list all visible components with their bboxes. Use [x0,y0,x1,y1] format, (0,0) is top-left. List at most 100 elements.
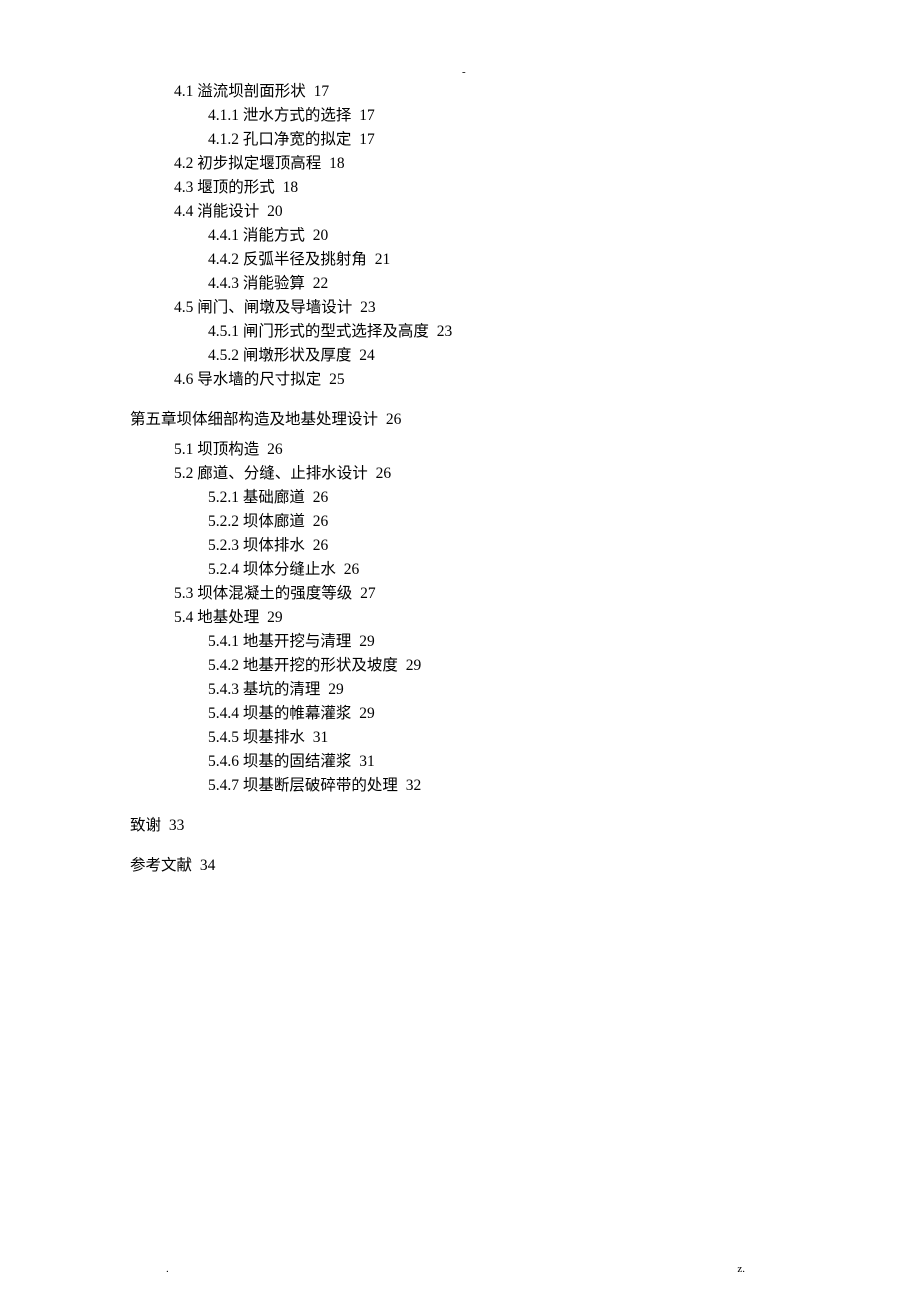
toc-entry: 4.5.2 闸墩形状及厚度 24 [208,344,790,368]
toc-entry-title: 地基处理 [197,609,259,626]
toc-entry: 5.2.4 坝体分缝止水 26 [208,558,790,582]
toc-entry-page: 29 [324,681,343,698]
toc-entry: 4.6 导水墙的尺寸拟定 25 [174,368,790,392]
toc-entry-title: 堰顶的形式 [197,179,275,196]
toc-entry-title: 闸门形式的型式选择及高度 [243,323,429,340]
toc-entry-number: 5.4.5 [208,729,239,746]
toc-entry-title: 致谢 [130,817,161,834]
toc-entry-title: 溢流坝剖面形状 [197,83,306,100]
toc-entry-number: 4.5.1 [208,323,239,340]
toc-entry-title: 坝体廊道 [243,513,305,530]
toc-entry-title: 消能方式 [243,227,305,244]
toc-entry-number: 5.4.6 [208,753,239,770]
toc-entry-number: 5.1 [174,441,193,458]
toc-entry-title: 闸门、闸墩及导墙设计 [197,299,352,316]
toc-entry-number: 4.4 [174,203,193,220]
toc-entry-title: 参考文献 [130,857,192,874]
toc-entry-title: 地基开挖的形状及坡度 [243,657,398,674]
toc-entry-page: 31 [309,729,328,746]
toc-entry: 4.2 初步拟定堰顶高程 18 [174,152,790,176]
toc-entry: 5.2.2 坝体廊道 26 [208,510,790,534]
toc-entry: 5.4.1 地基开挖与清理 29 [208,630,790,654]
toc-entry-title: 坝体排水 [243,537,305,554]
toc-entry: 5.2.3 坝体排水 26 [208,534,790,558]
footer-left-mark: . [166,1263,169,1275]
toc-entry: 5.4.2 地基开挖的形状及坡度 29 [208,654,790,678]
toc-entry-title: 第五章坝体细部构造及地基处理设计 [130,411,378,428]
toc-entry-title: 坝基排水 [243,729,305,746]
toc-entry-number: 5.3 [174,585,193,602]
toc-entry: 4.5.1 闸门形式的型式选择及高度 23 [208,320,790,344]
toc-entry: 第五章坝体细部构造及地基处理设计 26 [130,408,790,432]
toc-entry: 5.2.1 基础廊道 26 [208,486,790,510]
toc-entry: 4.4.3 消能验算 22 [208,272,790,296]
toc-entry-page: 34 [196,857,215,874]
toc-entry: 4.3 堰顶的形式 18 [174,176,790,200]
table-of-contents: 4.1 溢流坝剖面形状 174.1.1 泄水方式的选择 174.1.2 孔口净宽… [130,80,790,878]
toc-entry-title: 坝顶构造 [197,441,259,458]
toc-entry-title: 泄水方式的选择 [243,107,352,124]
header-mark: - [462,66,466,78]
toc-entry-page: 26 [340,561,359,578]
toc-entry-title: 坝基的固结灌浆 [243,753,352,770]
toc-entry-page: 17 [355,107,374,124]
toc-entry: 4.4 消能设计 20 [174,200,790,224]
toc-entry-title: 消能设计 [197,203,259,220]
toc-entry-page: 31 [355,753,374,770]
toc-entry-page: 17 [310,83,329,100]
toc-entry: 5.4.6 坝基的固结灌浆 31 [208,750,790,774]
toc-entry-title: 闸墩形状及厚度 [243,347,352,364]
toc-entry-number: 4.1.1 [208,107,239,124]
toc-entry-page: 18 [279,179,298,196]
toc-entry: 4.5 闸门、闸墩及导墙设计 23 [174,296,790,320]
toc-entry-page: 26 [309,489,328,506]
toc-entry-page: 25 [325,371,344,388]
toc-entry-number: 4.1.2 [208,131,239,148]
toc-entry: 5.4.3 基坑的清理 29 [208,678,790,702]
toc-entry-page: 27 [356,585,375,602]
footer-right-mark: z. [737,1263,745,1275]
toc-entry-page: 24 [355,347,374,364]
toc-entry-number: 4.4.1 [208,227,239,244]
toc-entry: 致谢 33 [130,814,790,838]
toc-entry-number: 5.2.2 [208,513,239,530]
toc-entry-page: 17 [355,131,374,148]
toc-entry-number: 5.4.4 [208,705,239,722]
toc-entry: 5.4.4 坝基的帷幕灌浆 29 [208,702,790,726]
toc-entry-number: 5.2.3 [208,537,239,554]
toc-entry-number: 5.2 [174,465,193,482]
toc-entry: 4.4.1 消能方式 20 [208,224,790,248]
toc-entry: 参考文献 34 [130,854,790,878]
toc-entry-page: 20 [309,227,328,244]
toc-entry: 5.3 坝体混凝土的强度等级 27 [174,582,790,606]
toc-entry-title: 坝基断层破碎带的处理 [243,777,398,794]
toc-entry-number: 4.4.3 [208,275,239,292]
toc-entry-number: 5.4.7 [208,777,239,794]
toc-entry: 5.2 廊道、分缝、止排水设计 26 [174,462,790,486]
toc-entry-number: 4.5 [174,299,193,316]
toc-entry-page: 21 [371,251,390,268]
toc-entry: 5.4.7 坝基断层破碎带的处理 32 [208,774,790,798]
toc-entry-page: 26 [309,537,328,554]
toc-entry-title: 反弧半径及挑射角 [243,251,367,268]
toc-entry-title: 初步拟定堰顶高程 [197,155,321,172]
toc-entry-page: 22 [309,275,328,292]
toc-entry-page: 29 [355,705,374,722]
toc-entry-title: 坝体分缝止水 [243,561,336,578]
toc-entry-title: 消能验算 [243,275,305,292]
toc-entry: 4.1.2 孔口净宽的拟定 17 [208,128,790,152]
toc-entry: 4.1.1 泄水方式的选择 17 [208,104,790,128]
toc-entry-page: 29 [263,609,282,626]
toc-entry-page: 23 [356,299,375,316]
toc-entry-page: 26 [263,441,282,458]
toc-entry: 4.4.2 反弧半径及挑射角 21 [208,248,790,272]
toc-entry-number: 4.1 [174,83,193,100]
toc-entry-title: 基础廊道 [243,489,305,506]
toc-entry-number: 5.4 [174,609,193,626]
toc-entry-title: 导水墙的尺寸拟定 [197,371,321,388]
toc-entry-page: 33 [165,817,184,834]
toc-entry-page: 23 [433,323,452,340]
toc-entry: 5.4 地基处理 29 [174,606,790,630]
toc-entry-title: 坝体混凝土的强度等级 [197,585,352,602]
toc-entry: 4.1 溢流坝剖面形状 17 [174,80,790,104]
